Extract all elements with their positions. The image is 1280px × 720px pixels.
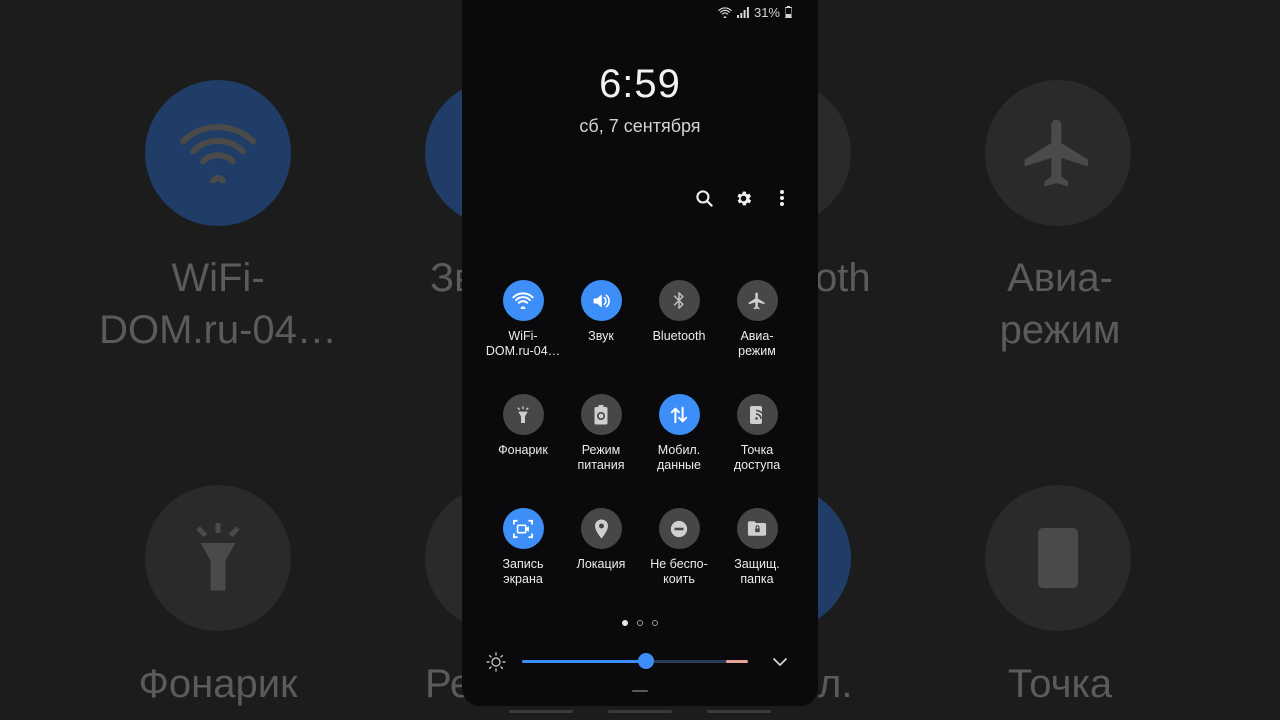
clock-time: 6:59 — [599, 62, 681, 106]
bg-label-power-partial: Ре — [425, 662, 465, 706]
brightness-thumb[interactable] — [638, 653, 655, 669]
tile-label: WiFi- DOM.ru-04… — [485, 329, 561, 358]
bg-hotspot-icon — [985, 485, 1131, 631]
tile-sound[interactable]: Звук — [562, 280, 640, 370]
bg-label-wifi: WiFi- DOM.ru-04… — [99, 256, 337, 352]
tile-location-button[interactable] — [580, 508, 622, 549]
page-indicator — [462, 620, 818, 626]
battery-percent: 31% — [753, 4, 780, 20]
tile-power-mode[interactable]: Режим питания — [562, 394, 640, 484]
bg-airplane-icon — [985, 80, 1131, 226]
bg-label-hotspot: Точка — [1007, 662, 1113, 706]
tile-hotspot-button[interactable] — [736, 394, 778, 435]
chevron-down-icon[interactable] — [770, 652, 790, 672]
bg-wifi-icon — [145, 80, 291, 226]
bg-label-mobile-partial: л. — [818, 662, 853, 706]
tile-label: Точка доступа — [733, 443, 781, 472]
tile-label: Запись экрана — [502, 557, 544, 586]
mobile-data-icon — [670, 406, 688, 423]
tile-label: Режим питания — [577, 443, 625, 472]
bg-label-flashlight: Фонарик — [138, 662, 298, 706]
tile-flashlight-button[interactable] — [502, 394, 544, 435]
tile-label: Локация — [576, 557, 626, 571]
secure-folder-icon — [747, 521, 767, 536]
bottom-nav-hint — [509, 710, 771, 714]
battery-icon — [785, 6, 792, 18]
brightness-fill — [522, 660, 647, 663]
brightness-slider[interactable] — [522, 653, 748, 669]
bg-label-airplane: Авиа-режим — [999, 256, 1121, 352]
brightness-control — [486, 650, 796, 674]
tile-mobile-data[interactable]: Мобил. данные — [640, 394, 718, 484]
tile-wifi[interactable]: WiFi- DOM.ru-04… — [484, 280, 562, 370]
brightness-high-zone — [726, 660, 748, 663]
signal-icon — [736, 6, 749, 18]
battery-mode-icon — [594, 404, 608, 424]
tile-dnd-button[interactable] — [658, 508, 700, 549]
screen-record-icon — [513, 519, 533, 538]
clock-date: сб, 7 сентября — [579, 116, 701, 136]
sun-icon — [486, 652, 506, 672]
quick-tiles-grid: WiFi- DOM.ru-04… Звук Bluetooth Авиа-режи… — [484, 280, 796, 598]
tile-wifi-button[interactable] — [502, 280, 544, 321]
tile-power-mode-button[interactable] — [580, 394, 622, 435]
do-not-disturb-icon — [670, 520, 688, 537]
page-dot-2[interactable] — [637, 620, 643, 626]
tile-screen-record[interactable]: Запись экрана — [484, 508, 562, 598]
tile-label: Мобил. данные — [657, 443, 701, 472]
hotspot-icon — [750, 405, 765, 424]
page-dot-1[interactable] — [622, 620, 628, 626]
tile-bluetooth[interactable]: Bluetooth — [640, 280, 718, 370]
tile-mobile-data-button[interactable] — [658, 394, 700, 435]
search-icon[interactable] — [694, 188, 714, 208]
quick-settings-panel: 31% 6:59 сб, 7 сентября WiFi- DOM.ru-04… … — [462, 0, 818, 706]
airplane-icon — [748, 292, 765, 309]
tile-do-not-disturb[interactable]: Не беспо-коить — [640, 508, 718, 598]
tile-label: Фонарик — [498, 443, 548, 457]
tile-location[interactable]: Локация — [562, 508, 640, 598]
tile-sound-button[interactable] — [580, 280, 622, 321]
tile-screen-record-button[interactable] — [502, 508, 544, 549]
tile-secure-folder[interactable]: Защищ. папка — [718, 508, 796, 598]
quick-settings-toolbar — [694, 188, 792, 208]
gear-icon[interactable] — [733, 188, 753, 208]
tile-flashlight[interactable]: Фонарик — [484, 394, 562, 484]
drag-handle[interactable] — [632, 690, 648, 692]
bg-flashlight-icon — [145, 485, 291, 631]
tile-airplane-mode[interactable]: Авиа-режим — [718, 280, 796, 370]
location-icon — [594, 519, 608, 538]
page-dot-3[interactable] — [652, 620, 658, 626]
more-vertical-icon[interactable] — [772, 188, 792, 208]
tile-label: Авиа-режим — [738, 329, 776, 358]
speaker-icon — [593, 293, 610, 308]
bg-label-bluetooth-partial: oth — [815, 256, 871, 300]
tile-label: Звук — [588, 329, 614, 343]
flashlight-icon — [517, 405, 529, 423]
bluetooth-icon — [673, 292, 684, 309]
wifi-icon — [718, 6, 732, 18]
tile-label: Bluetooth — [652, 329, 706, 343]
tile-label: Не беспо-коить — [650, 557, 708, 586]
tile-secure-folder-button[interactable] — [736, 508, 778, 549]
tile-label: Защищ. папка — [734, 557, 780, 586]
wifi-icon — [512, 292, 534, 309]
tile-airplane-button[interactable] — [736, 280, 778, 321]
status-bar: 31% — [718, 4, 792, 20]
tile-bluetooth-button[interactable] — [658, 280, 700, 321]
tile-hotspot[interactable]: Точка доступа — [718, 394, 796, 484]
